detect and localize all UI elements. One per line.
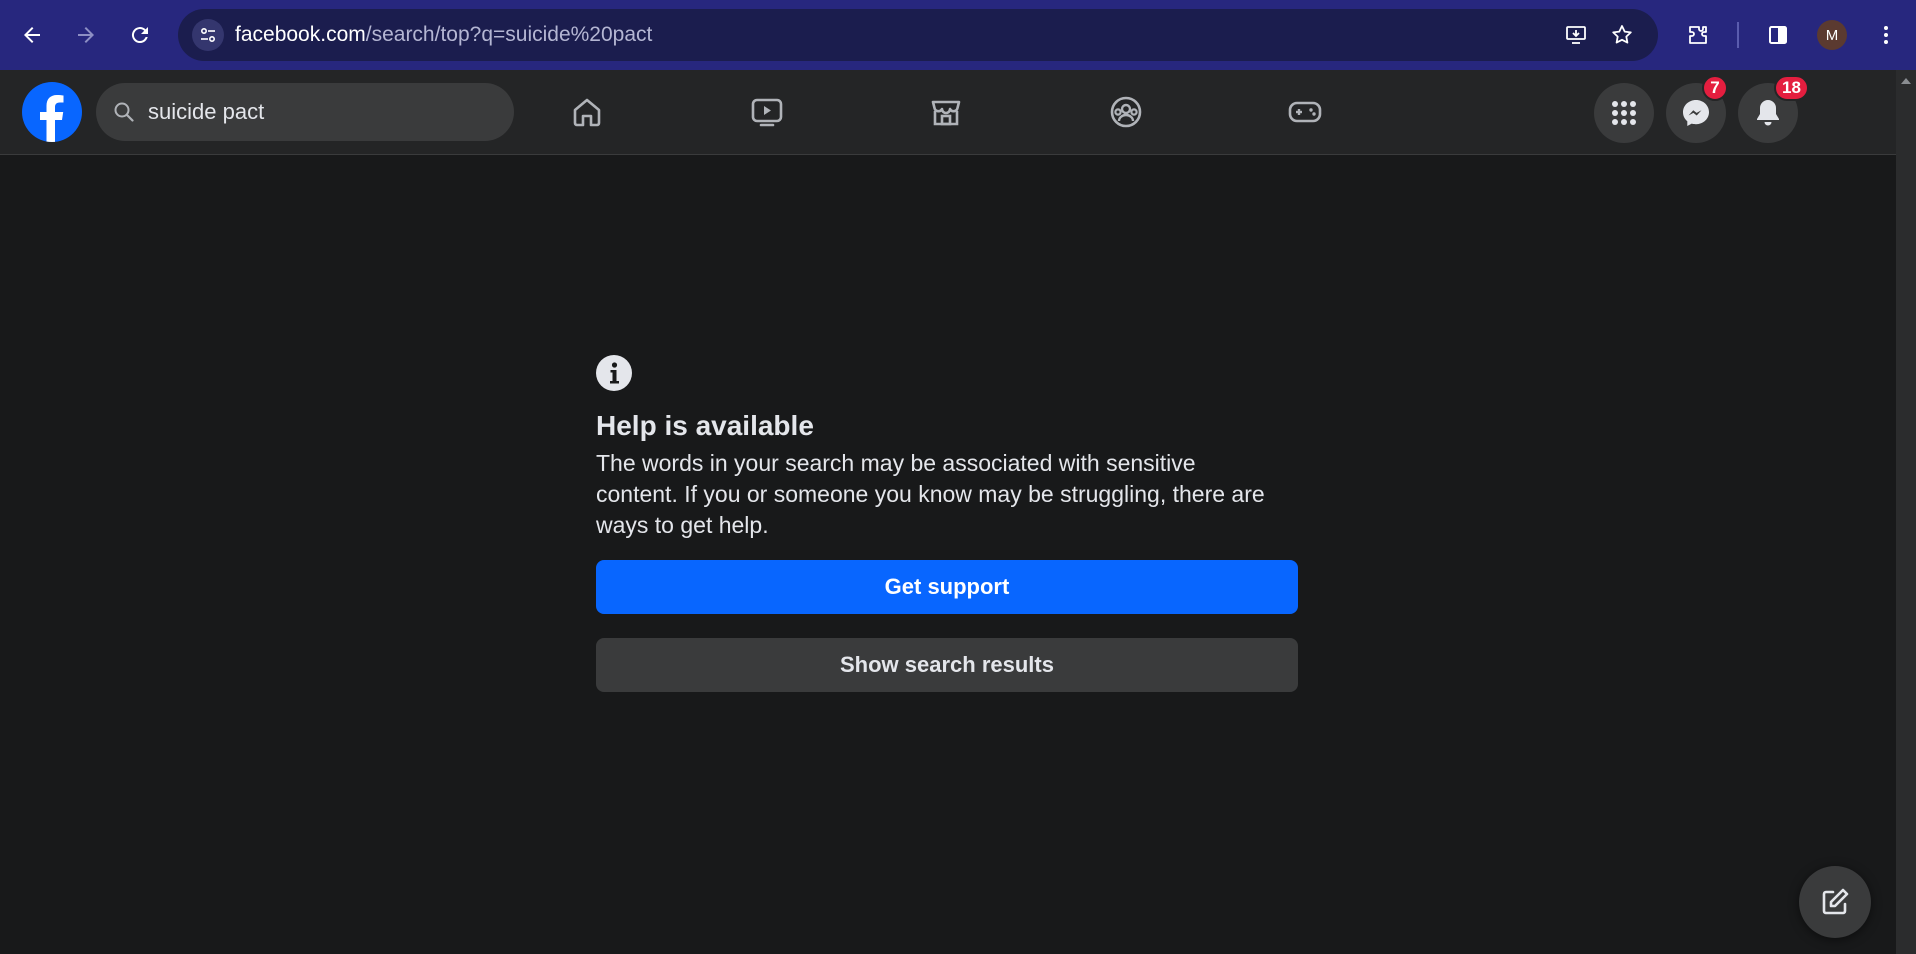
url-text: facebook.com/search/top?q=suicide%20pact — [235, 23, 652, 47]
search-icon — [114, 102, 134, 122]
reload-icon — [131, 27, 148, 44]
search-input[interactable] — [148, 93, 498, 131]
forward-button[interactable] — [66, 15, 106, 55]
reload-button[interactable] — [120, 15, 160, 55]
messenger-button[interactable]: 7 — [1666, 75, 1728, 143]
nav-tab-groups[interactable] — [1076, 80, 1176, 144]
site-info-icon[interactable] — [192, 19, 224, 51]
nav-tab-marketplace[interactable] — [896, 80, 996, 144]
browser-toolbar: facebook.com/search/top?q=suicide%20pact… — [0, 0, 1916, 70]
get-support-button[interactable]: Get support — [596, 560, 1298, 614]
bookmark-star-icon[interactable] — [1606, 19, 1638, 51]
facebook-f-icon — [40, 95, 64, 142]
browser-menu-button[interactable] — [1866, 15, 1906, 55]
extensions-button[interactable] — [1678, 15, 1718, 55]
show-search-results-button[interactable]: Show search results — [596, 638, 1298, 692]
nav-tab-video[interactable] — [717, 80, 817, 144]
new-message-button[interactable] — [1799, 866, 1871, 938]
gaming-icon — [1288, 101, 1322, 123]
bell-icon — [1757, 100, 1779, 126]
puzzle-icon — [1689, 26, 1707, 44]
toolbar-divider — [1737, 22, 1739, 48]
arrow-left-icon — [24, 27, 40, 43]
address-bar[interactable]: facebook.com/search/top?q=suicide%20pact — [178, 9, 1658, 61]
compose-icon — [1822, 888, 1849, 915]
scroll-up-arrow-icon[interactable] — [1901, 78, 1911, 84]
menu-button[interactable] — [1594, 83, 1654, 143]
facebook-search-bar[interactable] — [96, 83, 514, 141]
home-icon — [573, 98, 601, 127]
page-scrollbar[interactable] — [1896, 70, 1916, 954]
help-title: Help is available — [596, 410, 814, 441]
help-description: The words in your search may be associat… — [596, 450, 1265, 538]
side-panel-button[interactable] — [1758, 15, 1798, 55]
info-icon — [596, 355, 632, 391]
nav-tab-gaming[interactable] — [1255, 80, 1355, 144]
help-panel: Help is available The words in your sear… — [596, 355, 1298, 692]
messenger-badge: 7 — [1702, 75, 1728, 101]
side-panel-icon — [1769, 26, 1787, 44]
notifications-button[interactable]: 18 — [1738, 75, 1809, 143]
nav-tab-home[interactable] — [537, 80, 637, 144]
install-app-icon[interactable] — [1560, 19, 1592, 51]
profile-avatar[interactable]: M — [1817, 20, 1847, 50]
facebook-logo[interactable] — [22, 82, 82, 142]
arrow-right-icon — [78, 27, 94, 43]
url-path: /search/top?q=suicide%20pact — [365, 23, 653, 46]
video-icon — [751, 98, 783, 127]
facebook-header: 7 18 — [0, 70, 1896, 155]
kebab-menu-icon — [1884, 26, 1888, 44]
back-button[interactable] — [12, 15, 52, 55]
groups-icon — [1110, 96, 1142, 128]
menu-grid-icon — [1612, 101, 1636, 125]
messenger-icon — [1683, 100, 1709, 126]
notifications-badge: 18 — [1774, 75, 1809, 101]
url-domain: facebook.com — [235, 23, 366, 46]
marketplace-icon — [931, 100, 961, 126]
